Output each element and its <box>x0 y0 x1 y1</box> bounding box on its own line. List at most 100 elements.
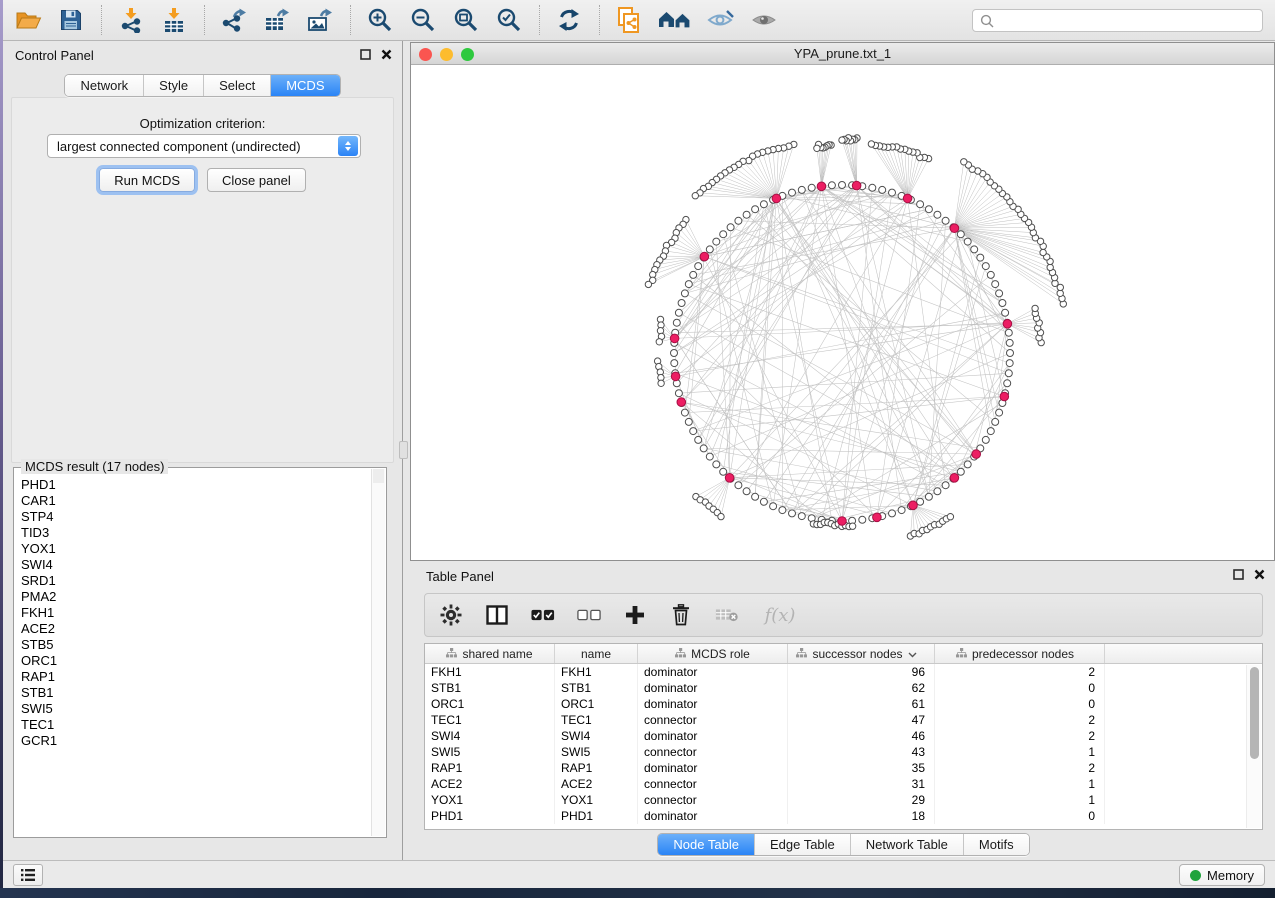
mcds-result-item[interactable]: TEC1 <box>21 717 371 733</box>
table-row[interactable]: PHD1PHD1dominator180 <box>425 808 1262 824</box>
mcds-result-item[interactable]: TID3 <box>21 525 371 541</box>
table-cell[interactable]: connector <box>638 744 788 760</box>
table-cell[interactable]: ORC1 <box>425 696 555 712</box>
mcds-result-item[interactable]: CAR1 <box>21 493 371 509</box>
refresh-icon[interactable] <box>554 5 584 35</box>
table-cell[interactable]: ACE2 <box>425 776 555 792</box>
float-panel-icon[interactable] <box>360 49 371 60</box>
mcds-result-item[interactable]: PMA2 <box>21 589 371 605</box>
export-network-icon[interactable] <box>219 5 249 35</box>
table-row[interactable]: ACE2ACE2connector311 <box>425 776 1262 792</box>
table-row[interactable]: FKH1FKH1dominator962 <box>425 664 1262 680</box>
zoom-selected-icon[interactable] <box>494 5 524 35</box>
table-cell[interactable]: FKH1 <box>425 664 555 680</box>
table-scrollbar[interactable] <box>1246 665 1261 828</box>
table-cell[interactable]: TEC1 <box>425 712 555 728</box>
table-cell[interactable]: 0 <box>935 808 1105 824</box>
mcds-result-item[interactable]: STB5 <box>21 637 371 653</box>
table-cell[interactable]: 46 <box>788 728 935 744</box>
table-cell[interactable]: 2 <box>935 760 1105 776</box>
network-canvas[interactable] <box>411 65 1274 560</box>
table-cell[interactable]: RAP1 <box>555 760 638 776</box>
table-cell[interactable]: 62 <box>788 680 935 696</box>
table-tab-network-table[interactable]: Network Table <box>851 834 964 855</box>
zoom-fit-icon[interactable] <box>451 5 481 35</box>
table-cell[interactable]: SWI4 <box>425 728 555 744</box>
tab-style[interactable]: Style <box>144 75 204 96</box>
show-columns-icon[interactable] <box>485 603 509 627</box>
column-header-name[interactable]: name <box>555 644 638 663</box>
open-folder-icon[interactable] <box>13 5 43 35</box>
save-icon[interactable] <box>56 5 86 35</box>
table-cell[interactable]: dominator <box>638 696 788 712</box>
table-cell[interactable]: dominator <box>638 728 788 744</box>
run-mcds-button[interactable]: Run MCDS <box>99 168 195 192</box>
table-row[interactable]: SWI4SWI4dominator462 <box>425 728 1262 744</box>
show-details-icon[interactable] <box>749 5 779 35</box>
zoom-in-icon[interactable] <box>365 5 395 35</box>
table-cell[interactable]: 0 <box>935 696 1105 712</box>
table-cell[interactable]: 35 <box>788 760 935 776</box>
table-cell[interactable]: ACE2 <box>555 776 638 792</box>
zoom-out-icon[interactable] <box>408 5 438 35</box>
import-table-icon[interactable] <box>159 5 189 35</box>
table-row[interactable]: ORC1ORC1dominator610 <box>425 696 1262 712</box>
table-row[interactable]: YOX1YOX1connector291 <box>425 792 1262 808</box>
unselect-all-icon[interactable] <box>577 603 601 627</box>
mcds-result-item[interactable]: ORC1 <box>21 653 371 669</box>
float-table-panel-icon[interactable] <box>1233 569 1244 580</box>
close-panel-button[interactable]: Close panel <box>207 168 306 192</box>
mcds-result-item[interactable]: SWI4 <box>21 557 371 573</box>
column-header-successor-nodes[interactable]: successor nodes <box>788 644 935 663</box>
mcds-result-item[interactable]: STP4 <box>21 509 371 525</box>
table-cell[interactable]: 43 <box>788 744 935 760</box>
table-cell[interactable]: SWI5 <box>555 744 638 760</box>
close-table-panel-icon[interactable] <box>1254 569 1265 580</box>
table-cell[interactable]: RAP1 <box>425 760 555 776</box>
table-cell[interactable]: 18 <box>788 808 935 824</box>
table-cell[interactable]: SWI5 <box>425 744 555 760</box>
panel-splitter-handle[interactable] <box>399 441 408 459</box>
tab-network[interactable]: Network <box>65 75 144 96</box>
table-cell[interactable]: FKH1 <box>555 664 638 680</box>
table-cell[interactable]: 96 <box>788 664 935 680</box>
table-cell[interactable]: 0 <box>935 680 1105 696</box>
table-row[interactable]: TEC1TEC1connector472 <box>425 712 1262 728</box>
table-cell[interactable]: TEC1 <box>555 712 638 728</box>
table-scrollbar-thumb[interactable] <box>1250 667 1259 759</box>
mcds-result-item[interactable]: YOX1 <box>21 541 371 557</box>
network-graph[interactable] <box>411 65 1274 559</box>
houses-icon[interactable] <box>657 5 693 35</box>
mcds-result-item[interactable]: STB1 <box>21 685 371 701</box>
mcds-result-item[interactable]: FKH1 <box>21 605 371 621</box>
tab-select[interactable]: Select <box>204 75 271 96</box>
mcds-result-item[interactable]: RAP1 <box>21 669 371 685</box>
function-builder-icon[interactable]: f(x) <box>761 603 799 627</box>
mcds-result-item[interactable]: ACE2 <box>21 621 371 637</box>
table-cell[interactable]: dominator <box>638 680 788 696</box>
table-row[interactable]: RAP1RAP1dominator352 <box>425 760 1262 776</box>
mcds-result-item[interactable]: PHD1 <box>21 477 371 493</box>
table-cell[interactable]: 2 <box>935 712 1105 728</box>
delete-column-icon[interactable] <box>669 603 693 627</box>
table-row[interactable]: STB1STB1dominator620 <box>425 680 1262 696</box>
table-cell[interactable]: 61 <box>788 696 935 712</box>
table-cell[interactable]: connector <box>638 776 788 792</box>
search-input[interactable] <box>1000 12 1255 29</box>
table-cell[interactable]: connector <box>638 712 788 728</box>
tab-mcds[interactable]: MCDS <box>271 75 339 96</box>
table-cell[interactable]: 1 <box>935 776 1105 792</box>
table-cell[interactable]: connector <box>638 792 788 808</box>
network-window-titlebar[interactable]: YPA_prune.txt_1 <box>411 43 1274 65</box>
mcds-result-item[interactable]: GCR1 <box>21 733 371 749</box>
column-header-mcds-role[interactable]: MCDS role <box>638 644 788 663</box>
mcds-result-item[interactable]: SWI5 <box>21 701 371 717</box>
add-column-icon[interactable] <box>623 603 647 627</box>
criterion-dropdown[interactable]: largest connected component (undirected) <box>47 134 361 158</box>
close-panel-icon[interactable] <box>381 49 392 60</box>
table-tab-edge-table[interactable]: Edge Table <box>755 834 851 855</box>
table-cell[interactable]: YOX1 <box>425 792 555 808</box>
table-cell[interactable]: PHD1 <box>555 808 638 824</box>
table-cell[interactable]: 2 <box>935 728 1105 744</box>
table-cell[interactable]: 1 <box>935 792 1105 808</box>
